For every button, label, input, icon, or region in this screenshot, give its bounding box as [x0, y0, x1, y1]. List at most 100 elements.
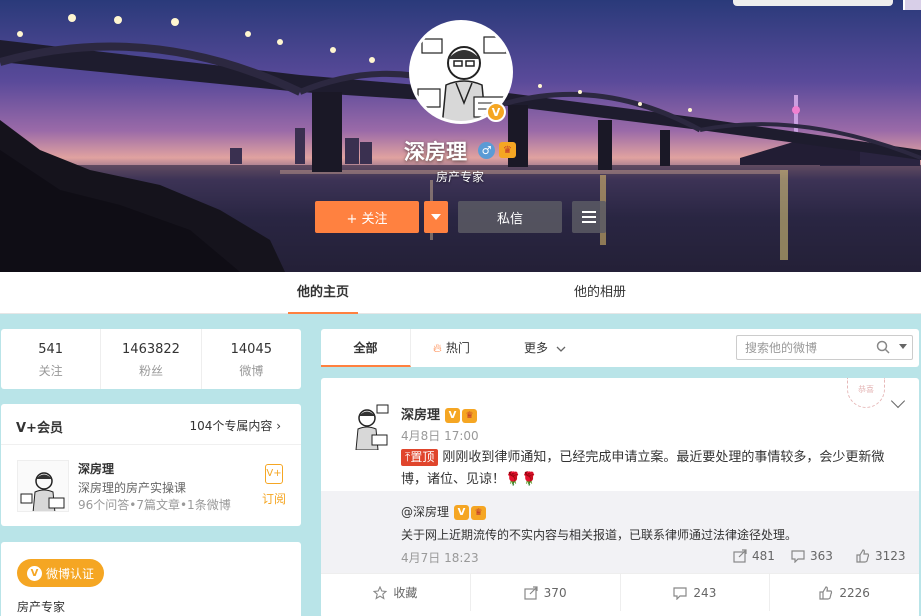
stamp-decoration: 恭喜	[847, 378, 885, 408]
profile-name: 深房理	[404, 140, 467, 164]
share-icon	[733, 549, 747, 563]
post-menu-chevron-icon[interactable]	[890, 393, 906, 409]
repost-button[interactable]: 370	[471, 574, 621, 611]
vplus-avatar[interactable]	[17, 460, 69, 512]
repost-author-label: @深房理	[401, 505, 450, 519]
vplus-card: V+会员 104个专属内容 › 深房理 深房理的房产实操课 96个问答•7篇文章…	[1, 404, 301, 526]
pinned-badge: ⤒置顶	[401, 449, 439, 466]
repost-like-value: 3123	[875, 549, 906, 563]
verified-v-icon: V	[26, 565, 42, 581]
top-search-strip	[733, 0, 893, 6]
stat-value: 1463822	[122, 342, 180, 357]
rose-emoji: 🌹🌹	[505, 472, 538, 487]
reposted-content: @深房理 V ♛ 关于网上近期流传的不实内容与相关报道，已联系律师通过法律途径处理。…	[321, 491, 919, 573]
filter-all[interactable]: 全部	[321, 329, 411, 367]
filter-hot[interactable]: 🔥︎ 热门	[433, 329, 470, 367]
stat-following[interactable]: 541 关注	[1, 329, 102, 389]
vplus-course-title[interactable]: 深房理的房产实操课	[78, 479, 186, 496]
chevron-right-icon: ›	[276, 419, 281, 433]
vplus-icon: V+	[265, 464, 283, 484]
search-icon[interactable]	[876, 340, 890, 354]
post-author-name[interactable]: 深房理 V ♛	[401, 404, 478, 423]
divider	[1, 444, 301, 445]
post-author-avatar[interactable]	[341, 398, 393, 450]
vplus-course-owner[interactable]: 深房理	[78, 460, 114, 477]
comment-button[interactable]: 243	[621, 574, 771, 611]
post-text: 刚刚收到律师通知，已经完成申请立案。最近要处理的事情较多，会少更新微博，诸位、见…	[401, 450, 885, 487]
verify-text: 房产专家	[17, 600, 66, 614]
verify-label: 微博认证	[45, 566, 94, 581]
filter-more-label: 更多	[524, 341, 549, 355]
filter-hot-label: 热门	[445, 341, 470, 355]
thumbs-up-icon	[856, 549, 870, 563]
repost-like-count[interactable]: 3123	[856, 549, 906, 563]
search-dropdown-icon[interactable]	[899, 344, 907, 349]
verification-card: V 微博认证 房产专家	[1, 542, 301, 616]
verified-v-icon: V	[486, 102, 506, 122]
favorite-button[interactable]: 收藏	[321, 574, 471, 611]
like-count: 2226	[839, 585, 870, 600]
fire-icon: 🔥︎	[433, 341, 442, 355]
repost-text: 关于网上近期流传的不实内容与相关报道，已联系律师通过法律途径处理。	[401, 528, 798, 542]
vplus-exclusive-link[interactable]: 104个专属内容 ›	[189, 417, 281, 434]
tab-home[interactable]: 他的主页	[288, 272, 358, 314]
post-search-input[interactable]	[737, 336, 867, 359]
post-author-label: 深房理	[401, 408, 441, 423]
stat-followers[interactable]: 1463822 粉丝	[101, 329, 202, 389]
thumbs-up-icon	[819, 585, 833, 600]
male-gender-icon: ♂	[478, 142, 495, 159]
cartoon-lawyer-avatar	[341, 398, 393, 450]
feed-post: 恭喜 深房理 V ♛ 4月8日 17:00 ⤒置顶 刚刚收到律师通知，已经完成申请立案…	[321, 378, 919, 616]
top-user-avatar[interactable]	[903, 0, 921, 10]
favorite-label: 收藏	[393, 586, 418, 600]
star-icon	[373, 585, 388, 600]
message-button[interactable]: 私信	[458, 201, 562, 233]
vip-crown-icon[interactable]: ♛	[471, 505, 487, 520]
repost-share-count[interactable]: 481	[733, 549, 775, 563]
repost-share-value: 481	[752, 549, 775, 563]
follow-dropdown-button[interactable]	[424, 201, 448, 233]
verified-v-icon: V	[445, 408, 461, 423]
stat-label: 微博	[239, 364, 264, 378]
vplus-link-label: 104个专属内容	[189, 419, 273, 433]
verified-v-icon: V	[454, 505, 470, 520]
post-actions: 收藏 370 243 2226	[321, 573, 919, 611]
menu-icon	[582, 211, 596, 223]
comment-icon	[791, 550, 805, 563]
repost-comment-count[interactable]: 363	[791, 549, 833, 563]
profile-title: 房产专家	[436, 170, 485, 184]
filter-more[interactable]: 更多	[524, 329, 566, 367]
stat-value: 14045	[230, 342, 272, 357]
profile-stats: 541 关注 1463822 粉丝 14045 微博	[1, 329, 301, 389]
feed-filter-bar: 全部 🔥︎ 热门 更多	[321, 329, 919, 367]
repost-comment-value: 363	[810, 549, 833, 563]
chevron-down-icon	[431, 214, 441, 220]
stat-value: 541	[38, 342, 64, 357]
repost-time[interactable]: 4月7日 18:23	[401, 549, 479, 566]
share-icon	[524, 585, 538, 600]
more-menu-button[interactable]	[572, 201, 606, 233]
profile-tabs: 他的主页 他的相册	[0, 272, 921, 314]
vip-crown-icon[interactable]: ♛	[499, 142, 516, 158]
weibo-verify-button[interactable]: V 微博认证	[17, 559, 104, 587]
stat-label: 粉丝	[138, 364, 163, 378]
vip-crown-icon[interactable]: ♛	[462, 408, 478, 423]
pin-label: 置顶	[410, 450, 435, 464]
stat-posts[interactable]: 14045 微博	[202, 329, 301, 389]
post-body: ⤒置顶 刚刚收到律师通知，已经完成申请立案。最近要处理的事情较多，会少更新微博，诸…	[401, 447, 901, 491]
vplus-course-meta: 96个问答•7篇文章•1条微博	[78, 498, 231, 512]
subscribe-button[interactable]: V+ 订阅	[259, 464, 289, 507]
repost-author[interactable]: @深房理 V ♛	[401, 503, 487, 520]
cartoon-lawyer-avatar	[20, 472, 65, 511]
follow-button[interactable]: + 关注	[315, 201, 419, 233]
tab-album[interactable]: 他的相册	[568, 272, 632, 314]
vplus-heading: V+会员	[16, 421, 63, 436]
subscribe-label: 订阅	[261, 492, 286, 506]
post-search-box	[736, 335, 913, 360]
comment-icon	[673, 586, 688, 600]
chevron-down-icon	[556, 346, 566, 352]
stat-label: 关注	[38, 364, 63, 378]
repost-count: 370	[543, 585, 567, 600]
post-time[interactable]: 4月8日 17:00	[401, 427, 479, 444]
like-button[interactable]: 2226	[770, 574, 919, 611]
